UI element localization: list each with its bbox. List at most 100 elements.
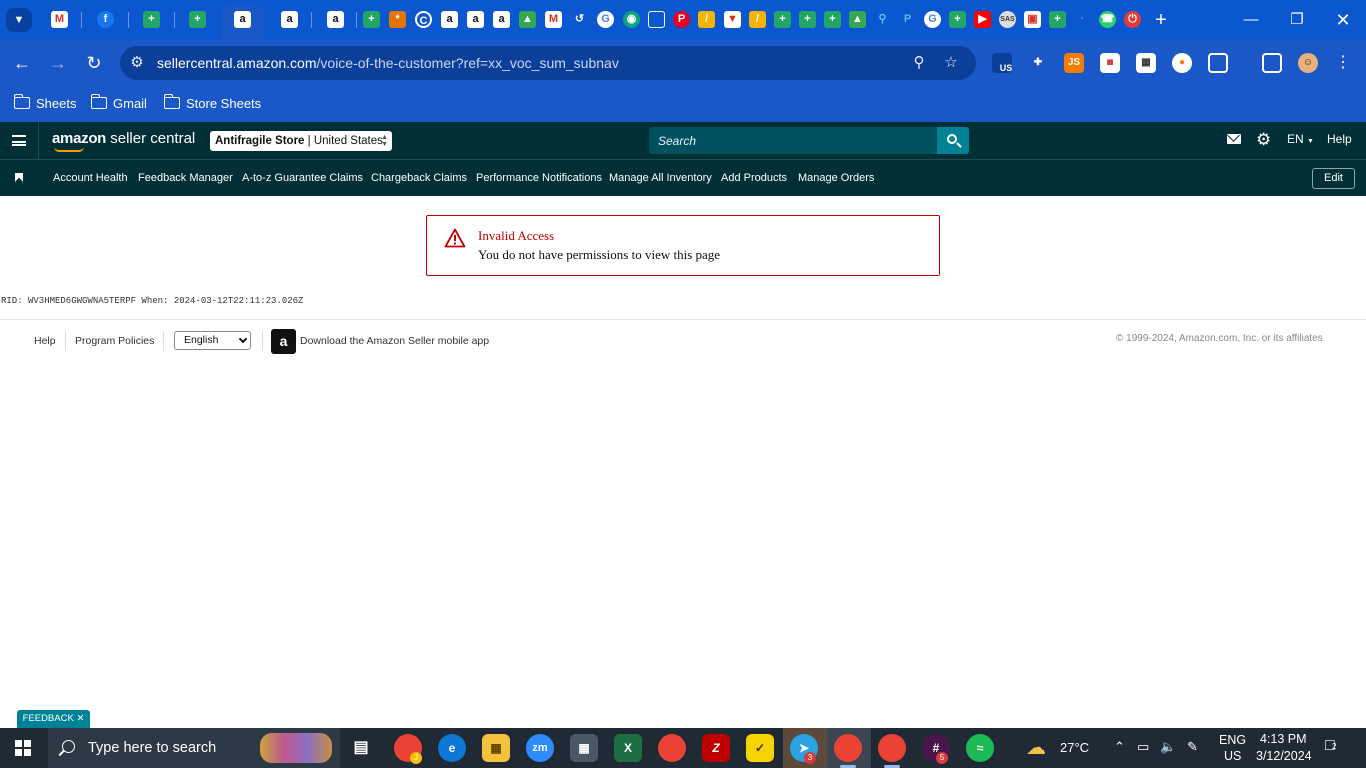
windows-start-icon[interactable]: [15, 740, 31, 756]
footer-program-policies-link[interactable]: Program Policies: [75, 335, 154, 347]
tab-active[interactable]: a: [222, 5, 264, 40]
taskbar-search-box[interactable]: Type here to search: [48, 728, 340, 768]
extension-app-icon[interactable]: ▩: [1100, 53, 1120, 73]
hamburger-menu-icon[interactable]: [12, 135, 26, 146]
taskbar-chrome-icon[interactable]: [834, 734, 862, 762]
site-settings-icon[interactable]: ⚙: [128, 54, 146, 72]
tab-drive-icon[interactable]: ▲: [519, 11, 536, 28]
bookmark-folder-sheets[interactable]: Sheets: [13, 92, 76, 114]
battery-icon[interactable]: ▭: [1137, 739, 1149, 755]
restore-button[interactable]: ❐: [1282, 8, 1312, 32]
tab-sheets-icon[interactable]: +: [1049, 11, 1066, 28]
seller-central-logo[interactable]: amazon seller central: [52, 130, 195, 152]
taskbar-file-explorer-icon[interactable]: ▦: [482, 734, 510, 762]
tab-app-icon[interactable]: SAS: [999, 11, 1016, 28]
tab-sheets-icon[interactable]: +: [363, 11, 380, 28]
help-link[interactable]: Help: [1327, 132, 1352, 146]
nav-manage-orders[interactable]: Manage Orders: [798, 172, 874, 184]
tab-amazon-icon[interactable]: a: [467, 11, 484, 28]
tab-sheets-icon[interactable]: +: [824, 11, 841, 28]
tab-sheets-icon[interactable]: +: [143, 11, 160, 28]
tab-amazon-icon[interactable]: a: [441, 11, 458, 28]
nav-add-products[interactable]: Add Products: [721, 172, 787, 184]
nav-chargeback-claims[interactable]: Chargeback Claims: [371, 172, 467, 184]
tab-search-chevron-icon[interactable]: ▼: [6, 8, 32, 32]
tab-app-icon[interactable]: [648, 11, 665, 28]
tab-sheets-icon[interactable]: +: [774, 11, 791, 28]
zoom-search-icon[interactable]: ⚲: [910, 54, 928, 72]
tray-chevron-up-icon[interactable]: ⌃: [1114, 739, 1125, 755]
notifications-icon[interactable]: □ 2: [1325, 737, 1336, 755]
taskbar-slack-icon[interactable]: # 5: [922, 734, 950, 764]
volume-icon[interactable]: 🔈: [1160, 739, 1176, 755]
clock-time[interactable]: 4:13 PM: [1260, 732, 1307, 746]
tab-google-icon[interactable]: G: [597, 11, 614, 28]
extension-js-icon[interactable]: JS: [1064, 53, 1084, 73]
minimize-button[interactable]: —: [1236, 8, 1266, 32]
back-arrow-icon[interactable]: ←: [10, 52, 34, 76]
forward-arrow-icon[interactable]: →: [46, 52, 70, 76]
new-tab-button[interactable]: +: [1150, 9, 1172, 31]
tab-app-icon[interactable]: P: [899, 11, 916, 28]
tab-sheets-icon[interactable]: +: [189, 11, 206, 28]
feedback-tab[interactable]: FEEDBACK ✕: [17, 710, 90, 728]
mail-icon[interactable]: [1227, 134, 1241, 144]
bookmark-icon[interactable]: [15, 173, 23, 183]
input-language[interactable]: ENG: [1219, 733, 1246, 747]
store-selector[interactable]: Antifragile Store | United States ▲ ▼: [210, 131, 392, 151]
tab-youtube-icon[interactable]: ▶: [974, 11, 991, 28]
weather-cloud-icon[interactable]: ☁: [1026, 735, 1046, 760]
taskbar-spotify-icon[interactable]: ≈: [966, 734, 994, 762]
extension-qr-icon[interactable]: ▦: [1136, 53, 1156, 73]
tab-amazon-icon[interactable]: a: [327, 11, 344, 28]
language-selector[interactable]: EN ▼: [1287, 132, 1314, 146]
taskbar-zoom-icon[interactable]: zm: [526, 734, 554, 762]
search-button[interactable]: [937, 127, 969, 154]
taskbar-excel-icon[interactable]: X: [614, 734, 642, 762]
download-app-link[interactable]: Download the Amazon Seller mobile app: [300, 335, 489, 347]
tab-amazon-icon[interactable]: a: [281, 11, 298, 28]
tab-amazon-icon[interactable]: a: [493, 11, 510, 28]
close-window-button[interactable]: ✕: [1328, 8, 1358, 32]
profile-avatar[interactable]: ☺: [1298, 53, 1318, 73]
tab-pinterest-icon[interactable]: P: [673, 11, 690, 28]
task-view-icon[interactable]: ▤: [347, 734, 375, 762]
nav-performance-notifications[interactable]: Performance Notifications: [476, 172, 602, 184]
bookmark-folder-store-sheets[interactable]: Store Sheets: [163, 92, 261, 114]
tab-app-icon[interactable]: ·: [1074, 11, 1091, 28]
tab-google-icon[interactable]: G: [924, 11, 941, 28]
nav-account-health[interactable]: Account Health: [53, 172, 128, 184]
tab-app-icon[interactable]: ▼: [724, 11, 741, 28]
edit-nav-button[interactable]: Edit: [1312, 168, 1355, 189]
bookmark-star-icon[interactable]: ☆: [942, 54, 960, 72]
taskbar-chrome-profile-icon[interactable]: [658, 734, 686, 762]
extensions-puzzle-icon[interactable]: [1208, 53, 1228, 73]
extension-puzzle-app-icon[interactable]: ✚: [1028, 53, 1048, 73]
tab-gmail-icon[interactable]: M: [51, 11, 68, 28]
extension-app-icon[interactable]: ●: [1172, 53, 1192, 73]
tab-app-icon[interactable]: ⏻: [1124, 11, 1141, 28]
address-bar[interactable]: ⚙ sellercentral.amazon.com/voice-of-the-…: [120, 46, 976, 80]
taskbar-sticky-notes-icon[interactable]: ✓: [746, 734, 774, 762]
side-panel-icon[interactable]: [1262, 53, 1282, 73]
taskbar-chrome-icon[interactable]: J: [394, 734, 422, 764]
seller-search-input[interactable]: Search: [649, 127, 937, 154]
nav-a-to-z-claims[interactable]: A-to-z Guarantee Claims: [242, 172, 363, 184]
browser-menu-icon[interactable]: ⋮: [1331, 52, 1355, 76]
clock-date[interactable]: 3/12/2024: [1256, 749, 1312, 763]
tab-app-icon[interactable]: C: [415, 11, 432, 28]
reload-icon[interactable]: ↻: [82, 52, 106, 76]
tab-app-icon[interactable]: ▣: [1024, 11, 1041, 28]
tab-maps-icon[interactable]: ⚲: [874, 11, 891, 28]
taskbar-filezilla-icon[interactable]: Z: [702, 734, 730, 762]
taskbar-edge-icon[interactable]: e: [438, 734, 466, 762]
tab-app-icon[interactable]: /: [749, 11, 766, 28]
tab-gmail-icon[interactable]: M: [545, 11, 562, 28]
input-region[interactable]: US: [1224, 749, 1241, 763]
tab-drive-icon[interactable]: ▲: [849, 11, 866, 28]
tab-sheets-icon[interactable]: +: [949, 11, 966, 28]
footer-language-select[interactable]: English: [174, 331, 251, 350]
footer-help-link[interactable]: Help: [34, 335, 56, 347]
settings-gear-icon[interactable]: ⚙: [1256, 130, 1271, 150]
pen-icon[interactable]: ✎: [1187, 739, 1198, 755]
